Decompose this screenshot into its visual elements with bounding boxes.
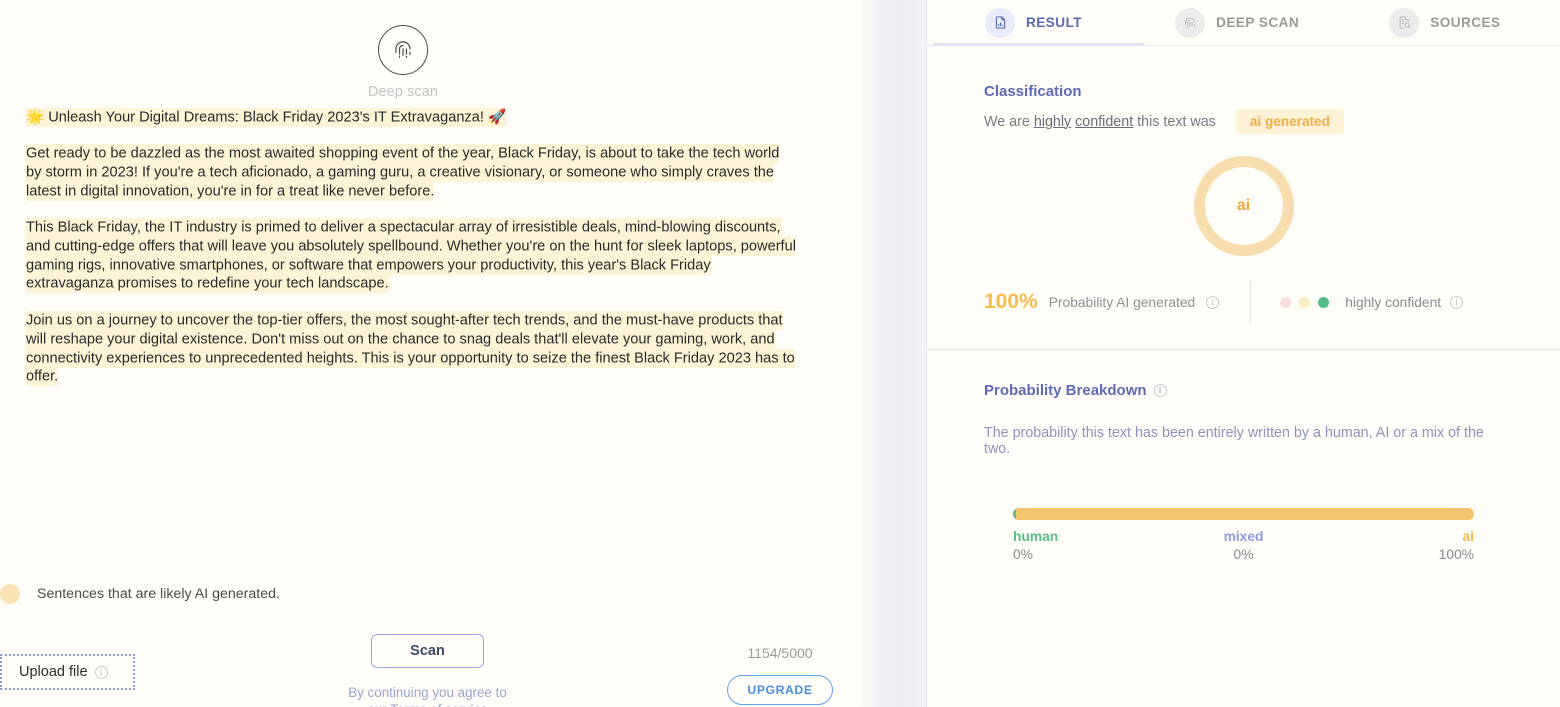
panel-gutter <box>860 0 926 707</box>
highlighted-sentence: Get ready to be dazzled as the most awai… <box>26 144 780 201</box>
highlighted-sentence: This Black Friday, the IT industry is pr… <box>26 218 796 294</box>
classification-section: Classification We are highly confident t… <box>927 46 1560 349</box>
upload-file-button[interactable]: Upload file i <box>0 654 135 690</box>
classification-title: Classification <box>984 83 1082 100</box>
gauge-label: ai <box>1236 197 1251 214</box>
highlighted-sentence: 🌟 Unleash Your Digital Dreams: Black Fri… <box>26 107 507 127</box>
info-icon[interactable]: i <box>1153 384 1167 397</box>
breakdown-name-human: human <box>1013 529 1059 544</box>
confidence-dot-high <box>1318 296 1330 308</box>
classification-lead: We are <box>984 113 1030 130</box>
classification-trail: this text was <box>1137 113 1216 130</box>
gauge-ring: ai <box>1193 156 1294 256</box>
scan-area: Scan By continuing you agree to our Term… <box>348 634 507 707</box>
breakdown-chart: human 0% mixed 0% ai 100% <box>984 508 1503 562</box>
confidence-label: highly confident <box>1345 294 1442 310</box>
results-pane: RESULT DEEP SCAN SOURCES Classification … <box>926 0 1560 707</box>
classification-emph-2: confident <box>1075 113 1134 130</box>
tab-deep-scan-label: DEEP SCAN <box>1216 15 1300 30</box>
active-tab-indicator <box>933 43 1144 46</box>
deep-scan-control: Deep scan <box>0 25 806 100</box>
legend-label: Sentences that are likely AI generated. <box>37 586 280 602</box>
breakdown-legend: human 0% mixed 0% ai 100% <box>1013 529 1474 562</box>
probability-label: Probability AI generated <box>1048 294 1196 310</box>
upload-file-label: Upload file <box>19 664 88 680</box>
legend-color-swatch <box>0 584 20 604</box>
breakdown-item-human: human 0% <box>1013 529 1167 562</box>
breakdown-bar-segment-ai <box>1015 508 1474 520</box>
probability-percent: 100% <box>984 290 1038 313</box>
terms-of-service-note[interactable]: By continuing you agree to our Terms of … <box>338 684 518 707</box>
page-root: Deep scan 🌟 Unleash Your Digital Dreams:… <box>0 0 1560 707</box>
paragraph-2: This Black Friday, the IT industry is pr… <box>26 218 796 294</box>
paragraph-title: 🌟 Unleash Your Digital Dreams: Black Fri… <box>26 107 796 127</box>
breakdown-description: The probability this text has been entir… <box>984 425 1484 457</box>
classification-sentence: We are highly confident this text was ai… <box>984 109 1503 134</box>
document-text[interactable]: 🌟 Unleash Your Digital Dreams: Black Fri… <box>26 107 796 387</box>
editor-pane: Deep scan 🌟 Unleash Your Digital Dreams:… <box>0 0 860 707</box>
confidence-dot-medium <box>1299 296 1311 308</box>
paragraph-1: Get ready to be dazzled as the most awai… <box>26 144 796 201</box>
tab-result-label: RESULT <box>1026 15 1083 30</box>
fingerprint-icon <box>1175 7 1206 38</box>
tab-result[interactable]: RESULT <box>985 0 1082 46</box>
breakdown-bar <box>1013 508 1474 520</box>
deep-scan-label: Deep scan <box>367 84 439 100</box>
document-chart-icon <box>985 7 1015 38</box>
breakdown-value-human: 0% <box>1013 547 1033 562</box>
breakdown-value-ai: 100% <box>1438 547 1475 562</box>
status-badge: ai generated <box>1235 109 1344 134</box>
confidence-group: highly confident i <box>1280 294 1464 310</box>
ai-gauge: ai <box>984 156 1503 256</box>
deep-scan-button[interactable] <box>378 25 428 75</box>
breakdown-name-mixed: mixed <box>1223 529 1264 544</box>
probability-breakdown-section: Probability Breakdown i The probability … <box>927 350 1560 562</box>
info-icon[interactable]: i <box>94 665 108 679</box>
breakdown-name-ai: ai <box>1462 529 1475 544</box>
paragraph-3: Join us on a journey to uncover the top-… <box>26 311 796 387</box>
breakdown-item-mixed: mixed 0% <box>1167 529 1321 562</box>
probability-row: 100% Probability AI generated i highly c… <box>984 281 1503 323</box>
breakdown-title-text: Probability Breakdown <box>984 382 1147 399</box>
tab-sources[interactable]: SOURCES <box>1389 0 1500 46</box>
vertical-divider <box>1250 281 1252 323</box>
breakdown-value-mixed: 0% <box>1233 547 1254 562</box>
results-tabs: RESULT DEEP SCAN SOURCES <box>927 0 1560 46</box>
breakdown-title: Probability Breakdown i <box>984 382 1503 399</box>
confidence-dot-low <box>1280 296 1292 308</box>
tab-deep-scan[interactable]: DEEP SCAN <box>1175 0 1299 46</box>
highlight-legend: Sentences that are likely AI generated. <box>0 584 280 604</box>
scan-button[interactable]: Scan <box>371 634 484 668</box>
breakdown-item-ai: ai 100% <box>1320 529 1474 562</box>
confidence-dots <box>1280 296 1330 308</box>
classification-emph-1: highly <box>1033 113 1072 130</box>
info-icon[interactable]: i <box>1450 295 1464 309</box>
upgrade-button[interactable]: UPGRADE <box>727 675 833 705</box>
quota-area: 1154/5000 UPGRADE <box>700 645 860 705</box>
info-icon[interactable]: i <box>1206 295 1220 309</box>
tab-sources-label: SOURCES <box>1430 15 1501 30</box>
fingerprint-icon <box>395 41 411 58</box>
probability-group: 100% Probability AI generated i <box>984 290 1220 314</box>
highlighted-sentence: Join us on a journey to uncover the top-… <box>26 311 795 387</box>
document-search-icon <box>1389 7 1420 38</box>
character-counter: 1154/5000 <box>747 645 813 661</box>
